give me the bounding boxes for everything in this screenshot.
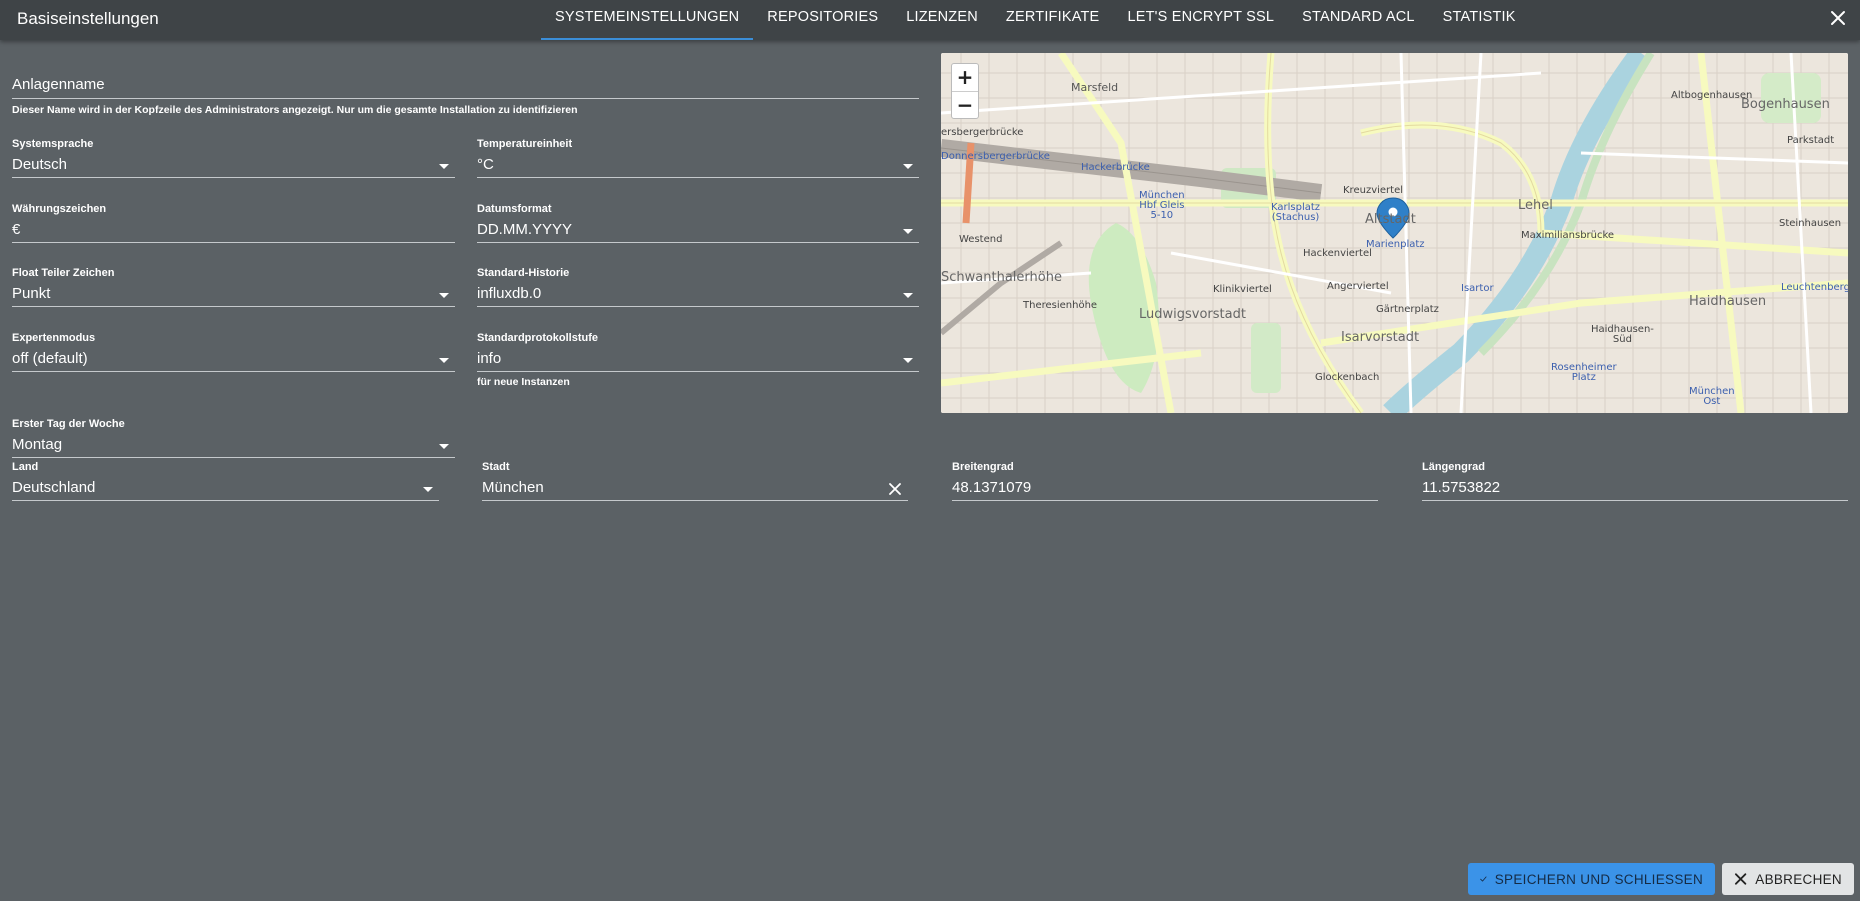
chevron-down-icon (439, 164, 449, 169)
tab-licenses[interactable]: LIZENZEN (892, 0, 992, 40)
country-select[interactable]: Land Deutschland (12, 461, 439, 506)
check-icon (1480, 876, 1487, 882)
float-separator-select[interactable]: Float Teiler Zeichen Punkt (12, 267, 455, 312)
chevron-down-icon (439, 293, 449, 298)
tab-statistics[interactable]: STATISTIK (1429, 0, 1530, 40)
tab-bar: SYSTEMEINSTELLUNGEN REPOSITORIES LIZENZE… (541, 0, 1530, 40)
dialog-title: Basiseinstellungen (17, 9, 159, 28)
first-day-select[interactable]: Erster Tag der Woche Montag (12, 418, 455, 463)
map-zoom-control: + − (951, 63, 979, 119)
tab-lets-encrypt[interactable]: LET'S ENCRYPT SSL (1113, 0, 1288, 40)
save-and-close-button[interactable]: SPEICHERN UND SCHLIESSEN (1468, 863, 1715, 895)
log-level-select[interactable]: Standardprotokollstufe info für neue Ins… (477, 332, 919, 394)
expert-mode-select[interactable]: Expertenmodus off (default) (12, 332, 455, 377)
chevron-down-icon (423, 487, 433, 492)
temperature-select[interactable]: Temperatureinheit °C (477, 138, 919, 183)
log-level-helper: für neue Instanzen (477, 376, 570, 388)
chevron-down-icon (439, 444, 449, 449)
close-icon (1734, 873, 1747, 885)
city-field[interactable]: Stadt München (482, 461, 908, 506)
date-format-select[interactable]: Datumsformat DD.MM.YYYY (477, 203, 919, 248)
system-name-label: Anlagenname (12, 76, 105, 93)
chevron-down-icon (439, 358, 449, 363)
latitude-field[interactable]: Breitengrad 48.1371079 (952, 461, 1378, 506)
tab-repositories[interactable]: REPOSITORIES (753, 0, 892, 40)
cancel-button[interactable]: ABBRECHEN (1722, 863, 1854, 895)
zoom-out-button[interactable]: − (952, 92, 978, 119)
default-history-select[interactable]: Standard-Historie influxdb.0 (477, 267, 919, 312)
clear-icon[interactable] (888, 482, 902, 496)
zoom-in-button[interactable]: + (952, 64, 978, 91)
tab-default-acl[interactable]: STANDARD ACL (1288, 0, 1429, 40)
longitude-field[interactable]: Längengrad 11.5753822 (1422, 461, 1848, 506)
tab-system-settings[interactable]: SYSTEMEINSTELLUNGEN (541, 0, 754, 40)
chevron-down-icon (903, 229, 913, 234)
chevron-down-icon (903, 358, 913, 363)
tab-certificates[interactable]: ZERTIFIKATE (992, 0, 1114, 40)
currency-field[interactable]: Währungszeichen € (12, 203, 455, 248)
location-map[interactable]: Marsfeld Altbogenhausen Bogenhausen ersb… (941, 53, 1848, 413)
language-select[interactable]: Systemsprache Deutsch (12, 138, 455, 183)
map-tiles (941, 53, 1848, 413)
system-name-helper: Dieser Name wird in der Kopfzeile des Ad… (12, 104, 578, 116)
close-icon[interactable] (1829, 9, 1847, 27)
dialog-header: Basiseinstellungen SYSTEMEINSTELLUNGEN R… (0, 0, 1860, 40)
chevron-down-icon (903, 164, 913, 169)
chevron-down-icon (903, 293, 913, 298)
system-name-field[interactable]: Anlagenname Dieser Name wird in der Kopf… (12, 70, 919, 118)
